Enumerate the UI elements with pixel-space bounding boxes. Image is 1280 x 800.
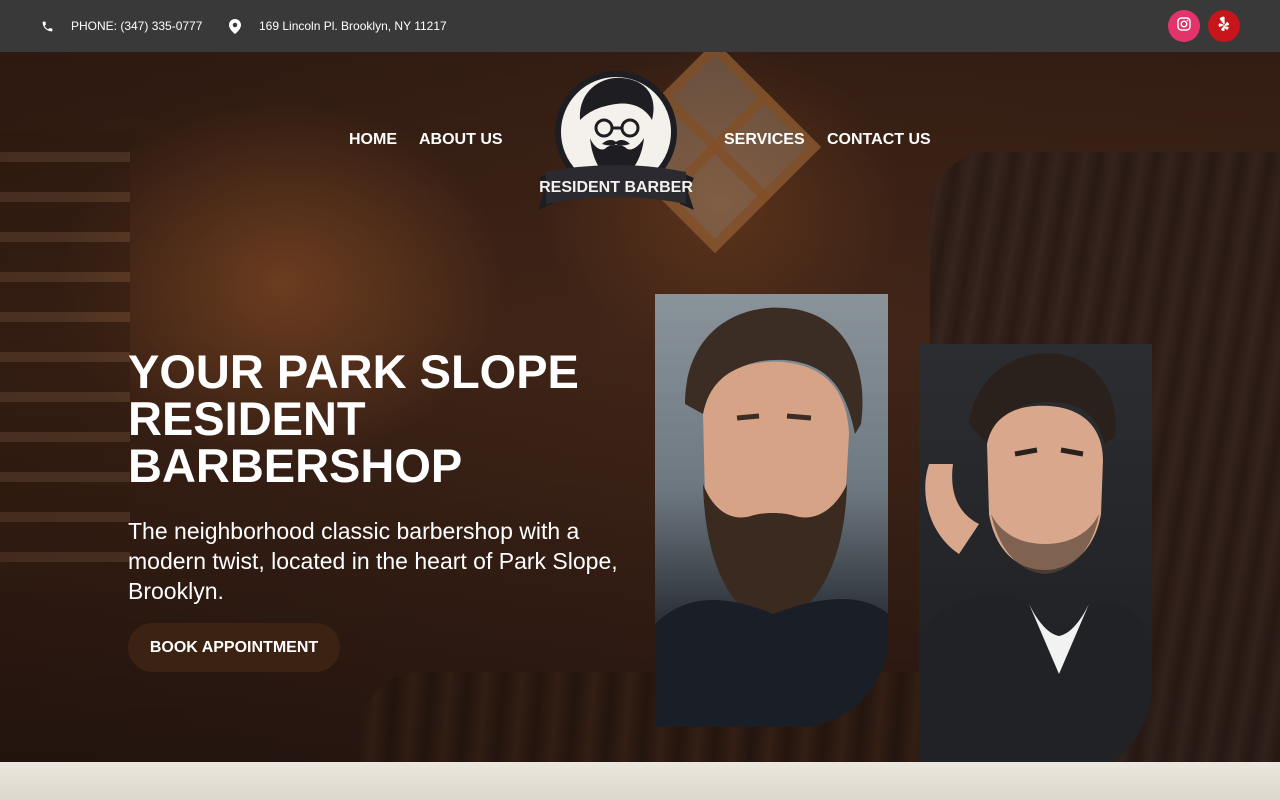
address-text: 169 Lincoln Pl. Brooklyn, NY 11217 — [259, 19, 447, 33]
headline-line-2: RESIDENT — [128, 392, 366, 445]
headline-line-1: YOUR PARK SLOPE — [128, 345, 579, 398]
yelp-button[interactable] — [1208, 10, 1240, 42]
hero-section: HOME ABOUT US SERVICES CONTACT US RESIDE… — [0, 52, 1280, 762]
portrait-bearded-man — [655, 294, 888, 727]
headline-line-3: BARBERSHOP — [128, 439, 463, 492]
hero-subtext: The neighborhood classic barbershop with… — [128, 518, 618, 604]
nav-services[interactable]: SERVICES — [724, 130, 805, 150]
phone-icon — [40, 19, 54, 33]
nav-about-us[interactable]: ABOUT US — [419, 130, 503, 150]
yelp-icon — [1217, 16, 1231, 37]
site-logo[interactable]: RESIDENT BARBER — [530, 62, 702, 226]
portrait-stubble-man — [919, 344, 1152, 762]
top-bar: PHONE: (347) 335-0777 169 Lincoln Pl. Br… — [0, 0, 1280, 52]
map-pin-icon — [228, 18, 242, 34]
barber-logo-icon: RESIDENT BARBER — [538, 71, 694, 210]
hero-headline: YOUR PARK SLOPE RESIDENT BARBERSHOP — [128, 348, 648, 489]
instagram-icon — [1176, 16, 1192, 37]
phone-contact[interactable]: PHONE: (347) 335-0777 — [40, 0, 202, 52]
next-section-background — [0, 762, 1280, 800]
phone-text: PHONE: (347) 335-0777 — [71, 19, 203, 33]
nav-home[interactable]: HOME — [349, 130, 397, 150]
nav-contact-us[interactable]: CONTACT US — [827, 130, 931, 150]
instagram-button[interactable] — [1168, 10, 1200, 42]
address-contact[interactable]: 169 Lincoln Pl. Brooklyn, NY 11217 — [228, 0, 447, 52]
logo-text: RESIDENT BARBER — [539, 179, 693, 196]
book-appointment-button[interactable]: BOOK APPOINTMENT — [128, 623, 340, 672]
